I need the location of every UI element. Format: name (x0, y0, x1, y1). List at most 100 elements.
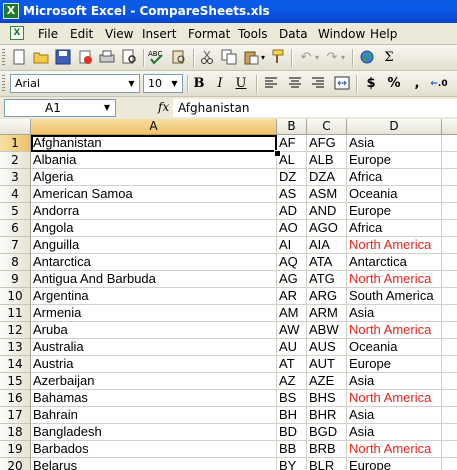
row-header[interactable]: 16 (0, 390, 31, 407)
increase-decimal-button[interactable]: ←.0 (430, 75, 448, 93)
print-preview-icon[interactable] (120, 49, 138, 67)
cell-iso2[interactable]: BD (277, 424, 307, 441)
cell-empty[interactable] (442, 322, 457, 339)
row-header[interactable]: 12 (0, 322, 31, 339)
cell-empty[interactable] (442, 356, 457, 373)
cell-continent[interactable]: North America (347, 441, 442, 458)
cell-country[interactable]: Argentina (31, 288, 277, 305)
cell-empty[interactable] (442, 254, 457, 271)
cell-iso2[interactable]: AW (277, 322, 307, 339)
name-box[interactable]: A1 ▼ (4, 99, 116, 117)
percent-button[interactable]: % (385, 75, 403, 93)
cell-iso3[interactable]: AUT (307, 356, 347, 373)
menu-help[interactable]: Help (370, 27, 397, 41)
menu-format[interactable]: Format (188, 27, 230, 41)
cell-country[interactable]: Antigua And Barbuda (31, 271, 277, 288)
menu-tools[interactable]: Tools (238, 27, 268, 41)
cell-iso2[interactable]: AS (277, 186, 307, 203)
column-header-b[interactable]: B (277, 119, 307, 135)
cell-iso3[interactable]: BGD (307, 424, 347, 441)
cell-iso2[interactable]: DZ (277, 169, 307, 186)
cell-country[interactable]: Albania (31, 152, 277, 169)
underline-button[interactable]: U (232, 75, 250, 93)
row-header[interactable]: 14 (0, 356, 31, 373)
menu-data[interactable]: Data (279, 27, 308, 41)
cell-country[interactable]: Angola (31, 220, 277, 237)
cell-empty[interactable] (442, 186, 457, 203)
undo-dropdown-icon[interactable]: ▾ (313, 49, 321, 67)
cell-iso2[interactable]: AL (277, 152, 307, 169)
font-size-select[interactable]: 10 ▼ (143, 74, 183, 93)
cell-country[interactable]: Algeria (31, 169, 277, 186)
cell-empty[interactable] (442, 305, 457, 322)
cell-continent[interactable]: North America (347, 322, 442, 339)
cell-iso3[interactable]: ARG (307, 288, 347, 305)
row-header[interactable]: 2 (0, 152, 31, 169)
cell-empty[interactable] (442, 220, 457, 237)
italic-button[interactable]: I (211, 75, 229, 93)
cell-empty[interactable] (442, 169, 457, 186)
row-header[interactable]: 7 (0, 237, 31, 254)
cell-iso2[interactable]: AI (277, 237, 307, 254)
cell-iso2[interactable]: AD (277, 203, 307, 220)
cell-continent[interactable]: North America (347, 390, 442, 407)
row-header[interactable]: 5 (0, 203, 31, 220)
cell-iso2[interactable]: AG (277, 271, 307, 288)
bold-button[interactable]: B (190, 75, 208, 93)
research-icon[interactable] (170, 49, 188, 67)
cell-continent[interactable]: Antarctica (347, 254, 442, 271)
copy-icon[interactable] (220, 49, 238, 67)
cell-continent[interactable]: Oceania (347, 339, 442, 356)
cell-country[interactable]: American Samoa (31, 186, 277, 203)
cell-continent[interactable]: Africa (347, 169, 442, 186)
cell-country[interactable]: Armenia (31, 305, 277, 322)
cell-iso3[interactable]: ARM (307, 305, 347, 322)
row-header[interactable]: 6 (0, 220, 31, 237)
cell-continent[interactable]: Asia (347, 305, 442, 322)
toolbar-grip[interactable] (2, 49, 5, 66)
redo-dropdown-icon[interactable]: ▾ (339, 49, 347, 67)
chevron-down-icon[interactable]: ▼ (125, 76, 138, 91)
cell-continent[interactable]: Asia (347, 407, 442, 424)
cell-country[interactable]: Anguilla (31, 237, 277, 254)
row-header[interactable]: 4 (0, 186, 31, 203)
cell-empty[interactable] (442, 441, 457, 458)
cell-empty[interactable] (442, 407, 457, 424)
open-icon[interactable] (32, 49, 50, 67)
cell-empty[interactable] (442, 271, 457, 288)
cell-iso3[interactable]: ATG (307, 271, 347, 288)
cell-iso3[interactable]: ASM (307, 186, 347, 203)
align-left-icon[interactable] (262, 75, 280, 93)
cell-iso3[interactable]: BLR (307, 458, 347, 470)
permission-icon[interactable] (76, 49, 94, 67)
row-header[interactable]: 19 (0, 441, 31, 458)
cell-iso3[interactable]: AIA (307, 237, 347, 254)
row-header[interactable]: 9 (0, 271, 31, 288)
cell-empty[interactable] (442, 237, 457, 254)
excel-app-icon[interactable]: X (3, 3, 19, 19)
spelling-icon[interactable]: ABC (148, 49, 166, 67)
cell-continent[interactable]: Asia (347, 135, 442, 152)
cell-iso2[interactable]: AU (277, 339, 307, 356)
cell-iso2[interactable]: AT (277, 356, 307, 373)
autosum-icon[interactable]: Σ (380, 49, 398, 67)
cell-empty[interactable] (442, 339, 457, 356)
cell-continent[interactable]: Oceania (347, 186, 442, 203)
cell-iso2[interactable]: BB (277, 441, 307, 458)
chevron-down-icon[interactable]: ▼ (168, 76, 181, 91)
cell-empty[interactable] (442, 424, 457, 441)
cell-iso3[interactable]: ALB (307, 152, 347, 169)
cell-continent[interactable]: Europe (347, 356, 442, 373)
cell-country[interactable]: Barbados (31, 441, 277, 458)
cell-empty[interactable] (442, 203, 457, 220)
toolbar-grip[interactable] (2, 75, 5, 92)
cell-iso3[interactable]: AND (307, 203, 347, 220)
cell-empty[interactable] (442, 152, 457, 169)
cell-continent[interactable]: Europe (347, 458, 442, 470)
cell-continent[interactable]: Africa (347, 220, 442, 237)
cell-iso3[interactable]: ABW (307, 322, 347, 339)
cell-country[interactable]: Aruba (31, 322, 277, 339)
align-right-icon[interactable] (309, 75, 327, 93)
chevron-down-icon[interactable]: ▼ (101, 101, 113, 115)
comma-style-button[interactable]: , (408, 75, 426, 93)
